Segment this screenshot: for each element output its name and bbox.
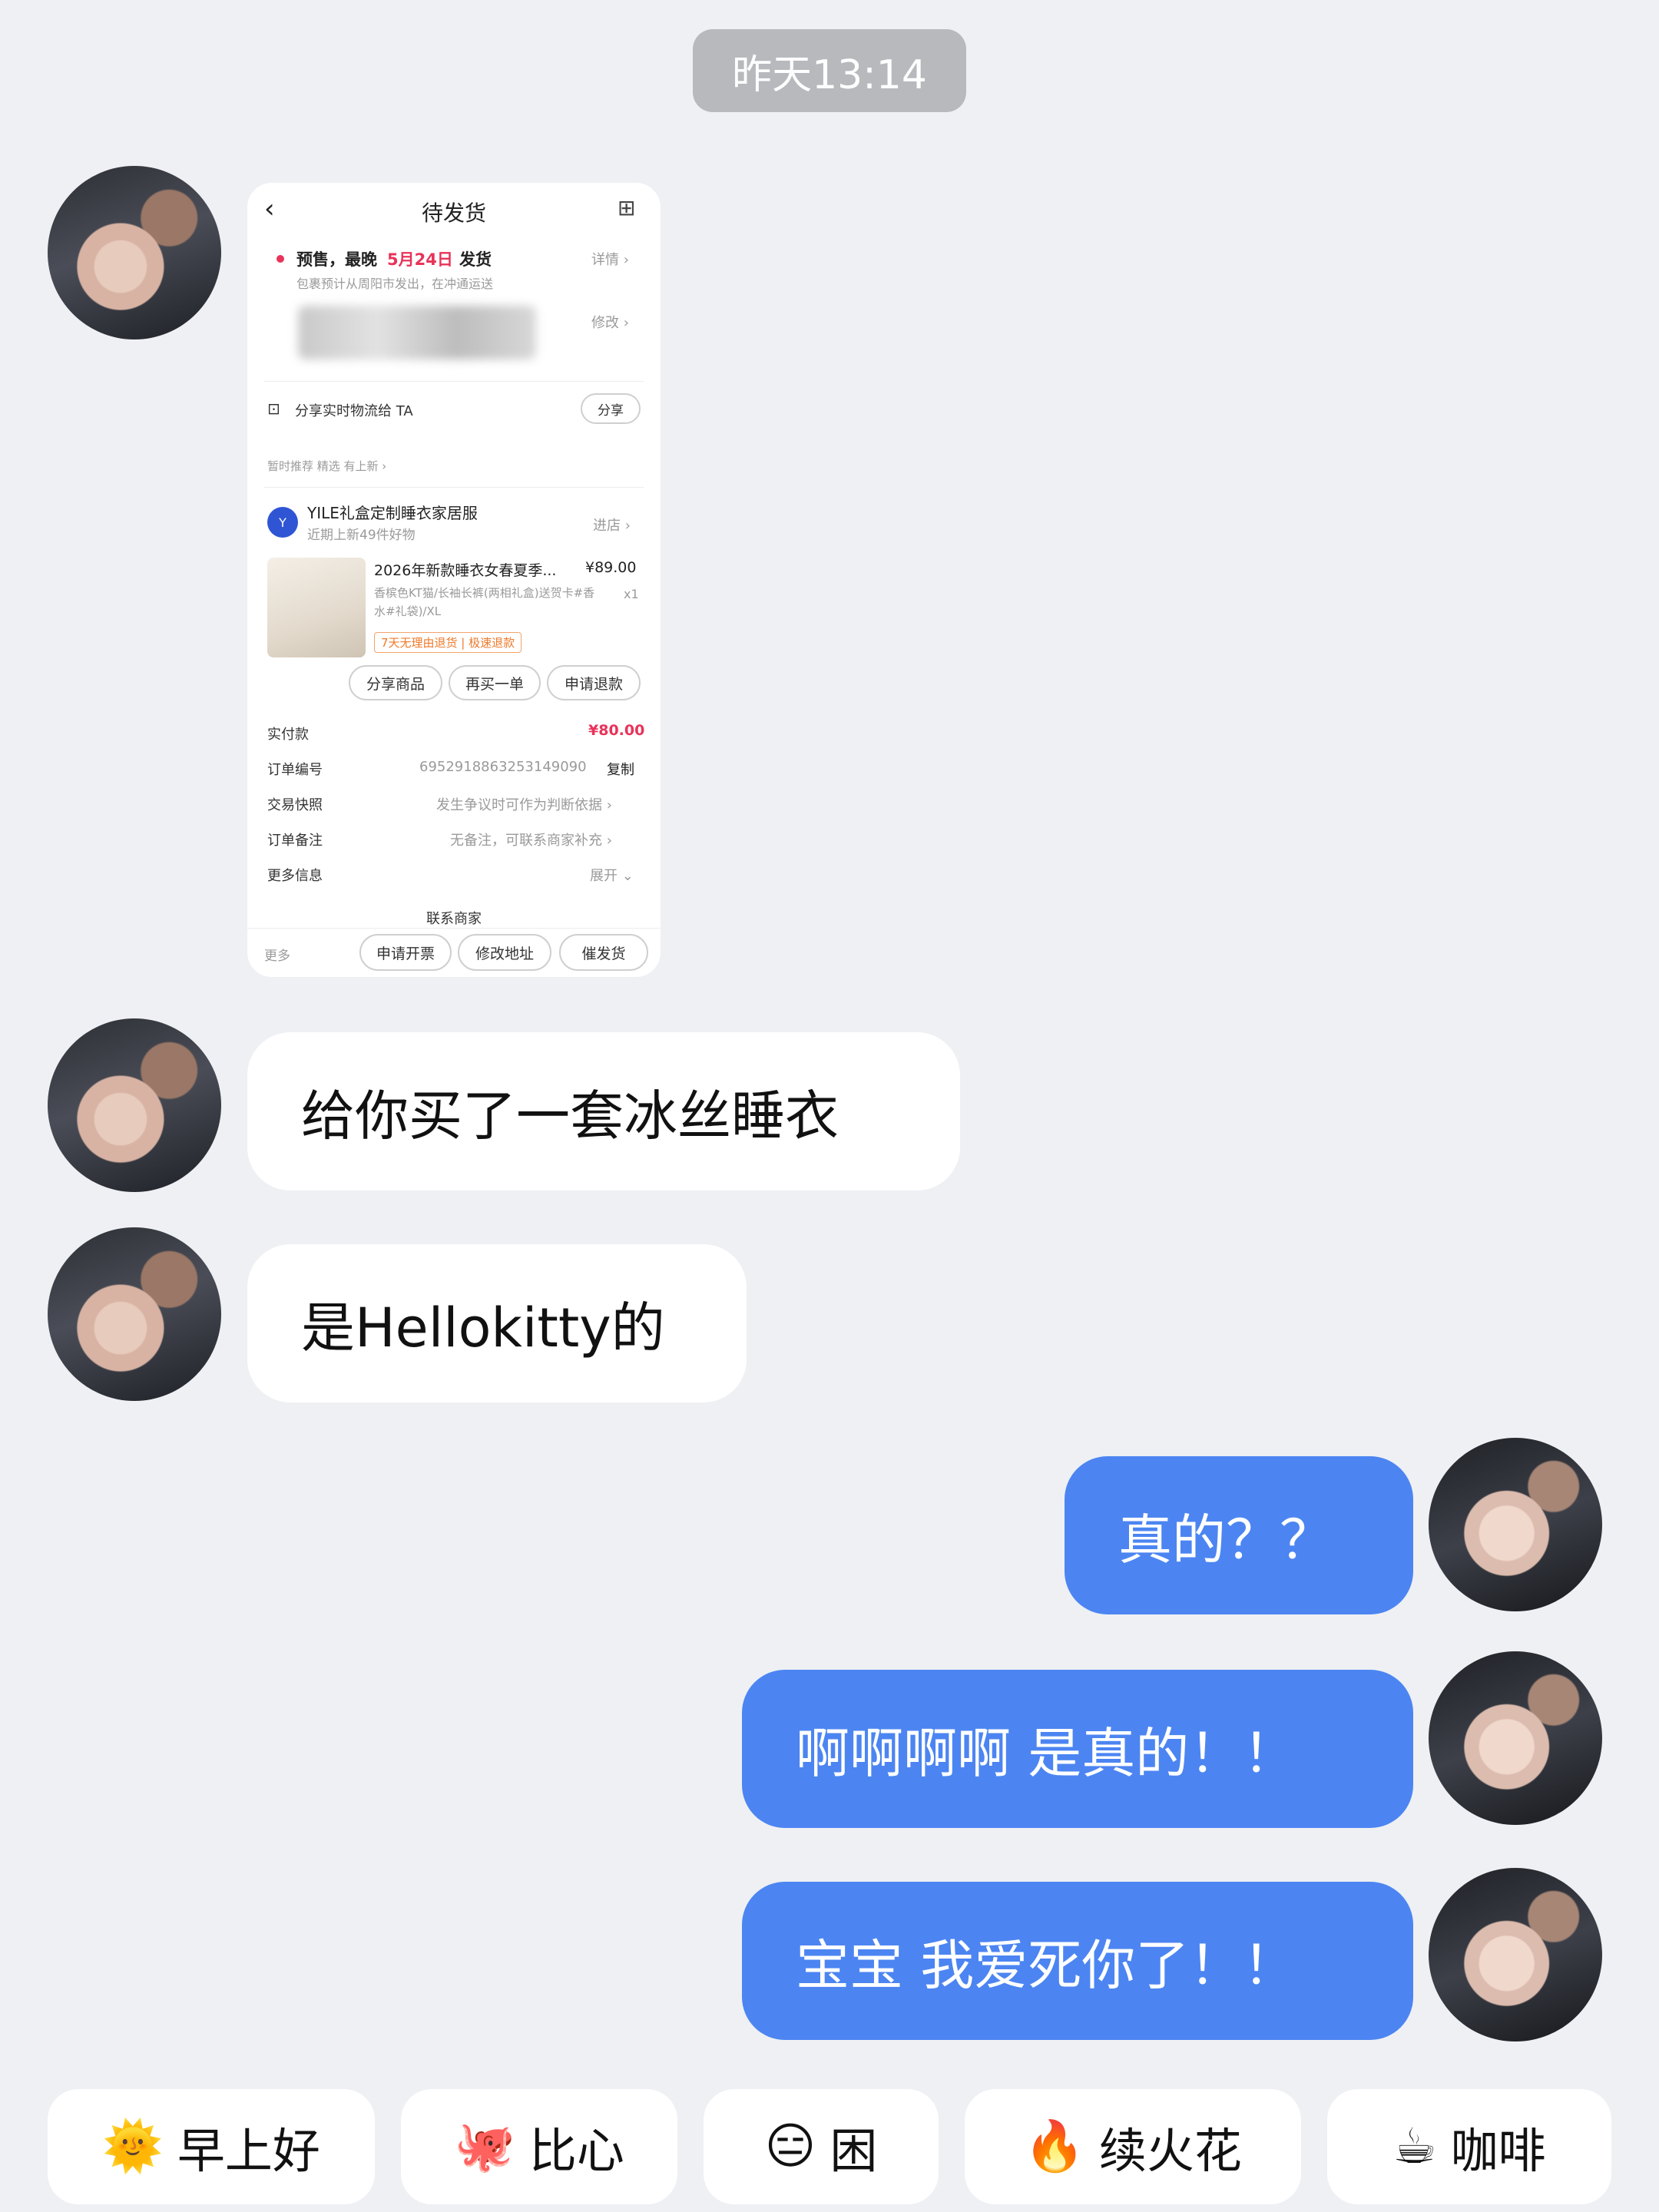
divider bbox=[264, 487, 644, 488]
order-status-title: 待发货 bbox=[421, 200, 486, 226]
contact-avatar[interactable] bbox=[48, 166, 221, 339]
outgoing-message[interactable]: 真的？？ bbox=[1065, 1456, 1413, 1614]
quick-reply-streak[interactable]: 🔥 续火花 bbox=[965, 2089, 1301, 2204]
urge-shipping-button[interactable]: 催发货 bbox=[559, 934, 648, 971]
more-info-toggle[interactable]: 展开 ⌄ bbox=[590, 865, 634, 885]
divider bbox=[264, 381, 644, 382]
sun-sunglasses-icon: 🌞 bbox=[102, 2118, 164, 2175]
message-text: 是Hellokitty的 bbox=[301, 1296, 665, 1359]
quick-reply-label: 早上好 bbox=[177, 2123, 320, 2179]
order-no-value: 6952918863253149090 bbox=[419, 759, 587, 775]
message-text: 给你买了一套冰丝睡衣 bbox=[301, 1084, 839, 1147]
invoice-button[interactable]: 申请开票 bbox=[359, 934, 452, 971]
presale-prefix: 预售，最晚 bbox=[296, 250, 377, 269]
order-no-label: 订单编号 bbox=[267, 762, 323, 778]
quick-reply-label: 续火花 bbox=[1098, 2123, 1242, 2179]
detail-link[interactable]: 详情 › bbox=[591, 249, 629, 269]
message-text: 真的？？ bbox=[1118, 1508, 1333, 1571]
divider bbox=[247, 928, 661, 929]
box-icon: ⊡ bbox=[267, 399, 280, 418]
order-screenshot-message[interactable]: ‹ 待发货 ⊞ 预售，最晚 5月24日 发货 详情 › 包裹预计从周阳市发出，在… bbox=[247, 183, 661, 977]
outgoing-message[interactable]: 宝宝 我爱死你了！！ bbox=[742, 1882, 1413, 2040]
presale-date: 5月24日 bbox=[387, 250, 453, 269]
share-logistics-button[interactable]: 分享 bbox=[581, 393, 641, 424]
modify-address-link[interactable]: 修改 › bbox=[591, 312, 629, 332]
contact-seller-link[interactable]: 联系商家 bbox=[247, 908, 661, 928]
product-qty: x1 bbox=[624, 587, 639, 601]
quick-reply-label: 困 bbox=[830, 2123, 878, 2179]
shop-name[interactable]: YILE礼盒定制睡衣家居服 bbox=[307, 501, 478, 523]
remark-label: 订单备注 bbox=[267, 833, 323, 849]
status-dot-icon bbox=[276, 255, 284, 263]
enter-shop-link[interactable]: 进店 › bbox=[593, 515, 631, 535]
coffee-icon: ☕ bbox=[1392, 2118, 1437, 2175]
product-service-tag: 7天无理由退货 | 极速退款 bbox=[374, 632, 522, 653]
product-spec: 香槟色KT猫/长袖长裤(两相礼盒)送贺卡#香水#礼袋)/XL bbox=[374, 586, 595, 618]
my-avatar[interactable] bbox=[1429, 1651, 1602, 1825]
grid-menu-icon: ⊞ bbox=[618, 195, 636, 220]
more-menu-label[interactable]: 更多 bbox=[264, 945, 290, 964]
recommend-text: 暂时推荐 精选 有上新 › bbox=[267, 459, 387, 473]
quick-reply-heart[interactable]: 🐙 比心 bbox=[401, 2089, 677, 2204]
contact-avatar[interactable] bbox=[48, 1227, 221, 1401]
remark-value[interactable]: 无备注，可联系商家补充 › bbox=[450, 830, 612, 849]
shop-subtitle: 近期上新49件好物 bbox=[307, 528, 416, 543]
quick-reply-label: 比心 bbox=[528, 2123, 624, 2179]
paid-label: 实付款 bbox=[267, 727, 309, 743]
incoming-message[interactable]: 是Hellokitty的 bbox=[247, 1244, 747, 1402]
incoming-message[interactable]: 给你买了一套冰丝睡衣 bbox=[247, 1032, 960, 1190]
share-logistics-label: 分享实时物流给 TA bbox=[295, 403, 413, 419]
snapshot-label: 交易快照 bbox=[267, 797, 323, 813]
copy-order-no-button[interactable]: 复制 bbox=[607, 759, 634, 779]
shop-logo-icon: Y bbox=[267, 507, 298, 538]
my-avatar[interactable] bbox=[1429, 1438, 1602, 1611]
message-text: 宝宝 我爱死你了！！ bbox=[796, 1933, 1297, 1997]
change-address-button[interactable]: 修改地址 bbox=[458, 934, 551, 971]
more-info-label: 更多信息 bbox=[267, 868, 323, 884]
quick-reply-good-morning[interactable]: 🌞 早上好 bbox=[48, 2089, 375, 2204]
octopus-icon: 🐙 bbox=[454, 2118, 515, 2175]
message-timestamp: 昨天13:14 bbox=[693, 29, 966, 112]
share-product-button[interactable]: 分享商品 bbox=[349, 665, 442, 700]
quick-reply-label: 咖啡 bbox=[1450, 2123, 1546, 2179]
product-thumbnail[interactable] bbox=[267, 558, 366, 657]
quick-reply-sleepy[interactable]: 😑 困 bbox=[704, 2089, 939, 2204]
refund-button[interactable]: 申请退款 bbox=[547, 665, 641, 700]
presale-suffix: 发货 bbox=[459, 250, 492, 269]
buy-again-button[interactable]: 再买一单 bbox=[449, 665, 541, 700]
address-redacted bbox=[298, 306, 536, 359]
shipping-note: 包裹预计从周阳市发出，在冲通运送 bbox=[296, 276, 494, 291]
product-title[interactable]: 2026年新款睡衣女春夏季... bbox=[374, 559, 556, 580]
outgoing-message[interactable]: 啊啊啊啊 是真的！！ bbox=[742, 1670, 1413, 1828]
contact-avatar[interactable] bbox=[48, 1018, 221, 1192]
fire-icon: 🔥 bbox=[1024, 2118, 1085, 2175]
quick-reply-coffee[interactable]: ☕ 咖啡 bbox=[1327, 2089, 1611, 2204]
paid-value: ¥80.00 bbox=[588, 722, 645, 739]
product-price: ¥89.00 bbox=[585, 559, 637, 576]
my-avatar[interactable] bbox=[1429, 1868, 1602, 2041]
snapshot-value[interactable]: 发生争议时可作为判断依据 › bbox=[436, 794, 612, 814]
message-text: 啊啊啊啊 是真的！！ bbox=[796, 1721, 1297, 1785]
sleepy-face-icon: 😑 bbox=[764, 2118, 816, 2175]
